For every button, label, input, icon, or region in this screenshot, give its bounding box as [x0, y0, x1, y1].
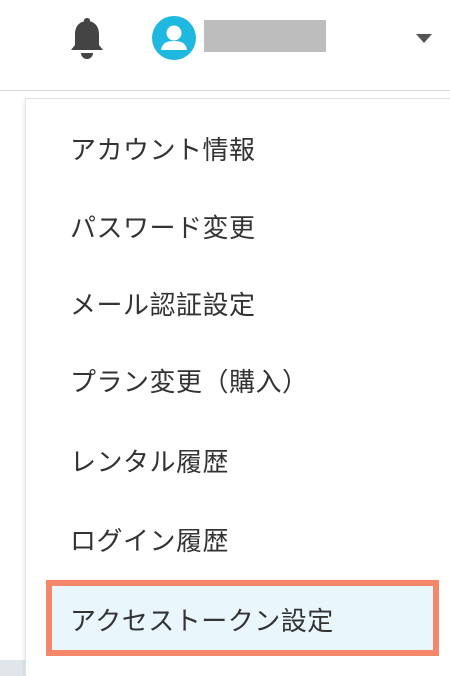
menu-item-login-history[interactable]: ログイン履歴	[70, 522, 229, 562]
caret-down-icon[interactable]	[414, 31, 434, 45]
menu-item-label: アクセストークン設定	[70, 607, 334, 637]
account-dropdown-menu: アカウント情報 パスワード変更 メール認証設定 プラン変更（購入） レンタル履歴…	[25, 98, 450, 676]
menu-item-plan-change[interactable]: プラン変更（購入）	[70, 363, 309, 403]
top-header	[0, 0, 450, 91]
menu-item-rental-history[interactable]: レンタル履歴	[70, 443, 229, 483]
bell-icon[interactable]	[68, 18, 106, 60]
menu-item-account-info[interactable]: アカウント情報	[70, 131, 256, 171]
username-redacted[interactable]	[204, 20, 326, 52]
menu-item-password-change[interactable]: パスワード変更	[70, 209, 256, 249]
menu-item-email-auth-settings[interactable]: メール認証設定	[70, 286, 256, 326]
user-avatar-icon[interactable]	[152, 16, 196, 60]
menu-item-access-token-settings[interactable]: アクセストークン設定	[46, 580, 439, 656]
background-strip	[0, 660, 26, 676]
page: アカウント情報 パスワード変更 メール認証設定 プラン変更（購入） レンタル履歴…	[0, 0, 450, 676]
